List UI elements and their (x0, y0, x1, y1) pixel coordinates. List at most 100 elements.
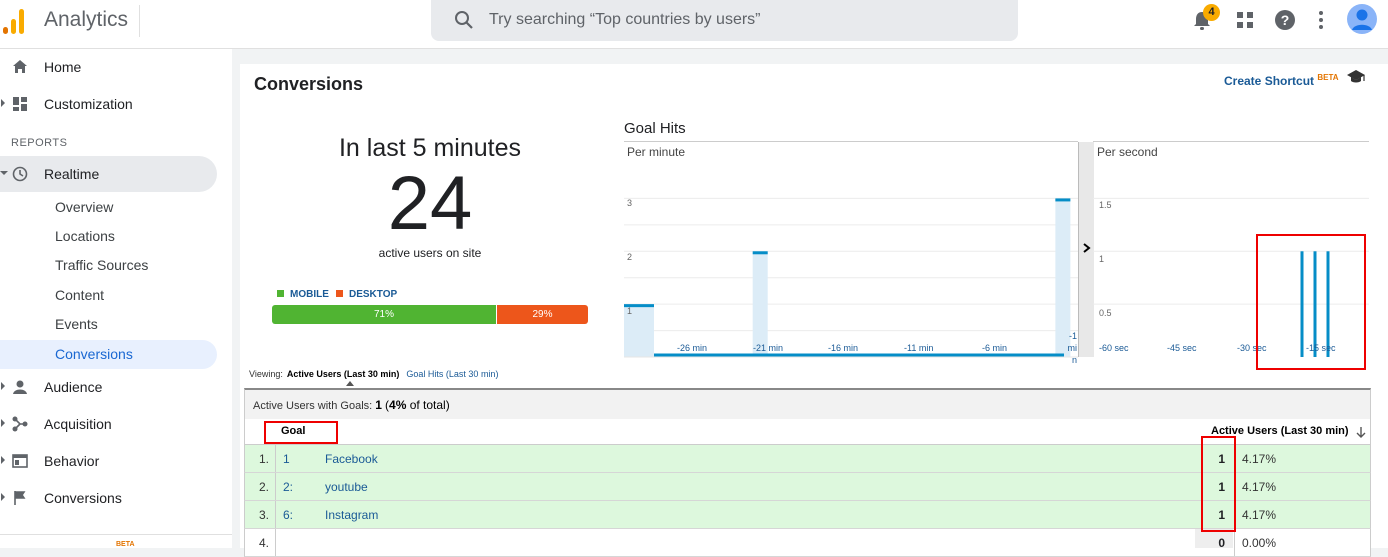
per-minute-plot (624, 197, 1078, 358)
highlight-box-per-second-bars (1256, 234, 1366, 370)
sidebar-subitem-conversions[interactable]: Conversions (0, 340, 217, 369)
active-tab-caret (346, 381, 354, 386)
sidebar-item-label: Conversions (44, 490, 122, 506)
goal-index-link[interactable]: 6: (283, 508, 293, 522)
sidebar-subitem-content[interactable]: Content (0, 281, 217, 310)
apps-grid-icon[interactable] (1237, 12, 1253, 28)
column-separator (275, 501, 276, 528)
create-shortcut-link[interactable]: Create Shortcut BETA (1224, 73, 1339, 88)
goal-index-link[interactable]: 1 (283, 452, 290, 466)
sidebar-subitem-overview[interactable]: Overview (0, 193, 217, 222)
conversions-report-card: Conversions Create Shortcut BETA In last… (240, 64, 1388, 557)
tab-active-users[interactable]: Active Users (Last 30 min) (287, 369, 400, 379)
x-tick: -1 min (1067, 331, 1078, 365)
goal-index-link[interactable]: 2: (283, 480, 293, 494)
notification-badge: 4 (1203, 4, 1220, 21)
help-icon[interactable]: ? (1275, 10, 1295, 30)
row-number: 2. (259, 480, 270, 494)
sidebar-item-label: Customization (44, 96, 133, 112)
chevron-right-icon (1083, 243, 1091, 253)
y-tick: 3 (627, 198, 633, 208)
sidebar-subitem-locations[interactable]: Locations (0, 222, 217, 251)
x-tick: -26 min (677, 343, 708, 353)
chart-toggle[interactable] (1078, 142, 1094, 357)
search-box[interactable]: Try searching “Top countries by users” (431, 0, 1018, 41)
legend-mobile: MOBILE (277, 289, 329, 300)
sidebar-item-audience[interactable]: Audience (0, 369, 217, 405)
table-summary: Active Users with Goals: 1 (4% of total) (244, 388, 1371, 421)
row-number: 1. (259, 452, 270, 466)
acquisition-icon (12, 416, 28, 432)
more-vert-icon[interactable] (1318, 10, 1324, 30)
sidebar-item-behavior[interactable]: Behavior (0, 443, 217, 479)
sidebar-item-realtime[interactable]: Realtime (0, 156, 217, 192)
summary-label: Active Users with Goals: (253, 400, 373, 412)
bar[interactable] (1055, 198, 1071, 202)
goal-name-link[interactable]: Facebook (325, 452, 378, 466)
summary-suffix: of total) (406, 398, 450, 412)
sidebar-item-label: Home (44, 59, 82, 75)
summary-text: Active Users with Goals: 1 (4% of total) (253, 398, 450, 412)
summary-percent: 4% (389, 398, 407, 412)
search-icon (455, 11, 473, 29)
highlight-box-goal-header (264, 421, 338, 444)
header-divider (139, 5, 140, 37)
active-users-percent: 4.17% (1242, 508, 1277, 522)
summary-count: 1 (375, 398, 382, 412)
home-icon (13, 60, 27, 73)
dashboard-icon (13, 97, 27, 111)
column-separator (275, 445, 276, 472)
y-tick: 0.5 (1099, 308, 1112, 318)
sidebar-item-label: Behavior (44, 453, 100, 469)
highlight-box-active-values (1201, 436, 1236, 532)
x-tick: -21 min (753, 343, 784, 353)
bar[interactable] (752, 251, 768, 255)
sidebar-subitem-label: Conversions (55, 346, 133, 362)
legend-desktop: DESKTOP (336, 289, 397, 300)
sidebar-subitem-events[interactable]: Events (0, 310, 217, 339)
legend-swatch (336, 290, 343, 297)
viewing-tabs: Viewing: Active Users (Last 30 min) Goal H… (249, 369, 498, 379)
row-number: 3. (259, 508, 270, 522)
sidebar-subitem-traffic-sources[interactable]: Traffic Sources (0, 251, 217, 280)
legend-label: DESKTOP (349, 289, 398, 300)
reports-section-label: REPORTS (11, 137, 68, 149)
sidebar-footer-divider (0, 534, 232, 535)
y-tick: 1 (1099, 254, 1105, 264)
bar-column-fill (752, 251, 768, 357)
sidebar-item-acquisition[interactable]: Acquisition (0, 406, 217, 442)
sidebar: Home Customization REPORTS Realtime Over… (0, 49, 232, 548)
sidebar-subitem-label: Events (55, 316, 98, 332)
y-tick: 1.5 (1099, 200, 1112, 210)
analytics-logo-icon[interactable] (3, 8, 28, 34)
desktop-share-bar: 29% (497, 305, 588, 324)
expand-arrow-icon (1, 493, 5, 501)
top-app-bar: Analytics Try searching “Top countries b… (0, 0, 1388, 49)
sidebar-item-label: Acquisition (44, 416, 112, 432)
active-users-count: 24 (387, 161, 473, 246)
sidebar-subitem-label: Traffic Sources (55, 257, 149, 273)
expand-arrow-icon (1, 99, 5, 107)
create-shortcut-label: Create Shortcut (1224, 74, 1315, 88)
x-tick: -6 min (982, 343, 1008, 353)
x-tick: -16 min (828, 343, 859, 353)
sort-descending-icon[interactable] (1356, 426, 1366, 438)
expand-arrow-icon (1, 419, 5, 427)
y-tick: 1 (627, 306, 633, 316)
column-separator (1234, 529, 1235, 556)
sidebar-item-label: Audience (44, 379, 103, 395)
goal-name-link[interactable]: Instagram (325, 508, 378, 522)
viewing-label: Viewing: (249, 369, 283, 379)
sidebar-item-home[interactable]: Home (0, 49, 217, 85)
expand-arrow-icon (1, 382, 5, 390)
account-avatar-icon[interactable] (1347, 4, 1377, 34)
sidebar-item-conversions[interactable]: Conversions (0, 480, 217, 516)
sidebar-item-customization[interactable]: Customization (0, 86, 217, 122)
y-tick: 2 (627, 252, 633, 262)
tab-goal-hits[interactable]: Goal Hits (Last 30 min) (406, 369, 498, 379)
graduation-cap-icon[interactable] (1346, 69, 1366, 85)
app-title: Analytics (44, 8, 129, 31)
goal-name-link[interactable]: youtube (325, 480, 368, 494)
search-placeholder[interactable]: Try searching “Top countries by users” (489, 11, 761, 29)
time-window-label: In last 5 minutes (338, 134, 522, 162)
